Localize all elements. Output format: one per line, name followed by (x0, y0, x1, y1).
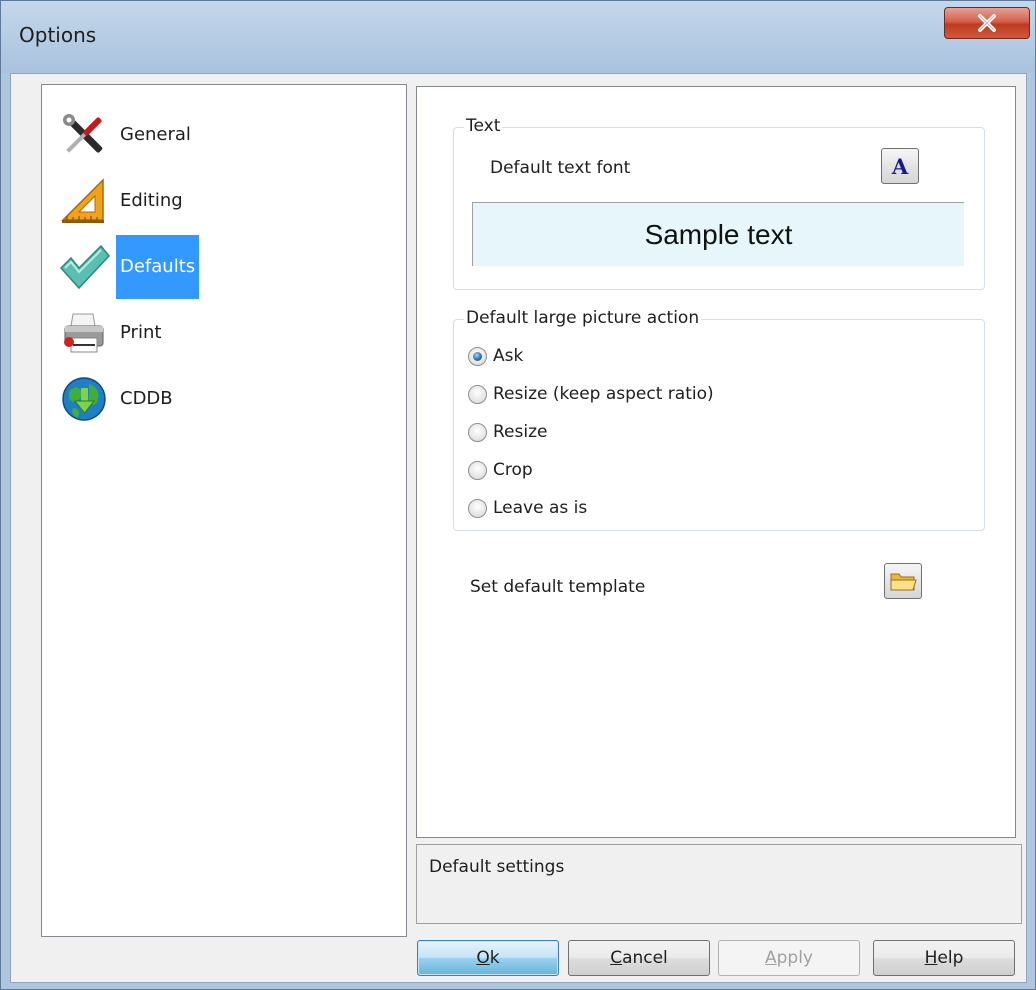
sample-text-preview: Sample text (472, 202, 964, 266)
description-text: Default settings (429, 857, 565, 877)
ok-button[interactable]: Ok (417, 940, 559, 976)
svg-text:A: A (891, 154, 909, 178)
radio-label: Leave as is (493, 498, 588, 518)
picture-action-legend: Default large picture action (464, 308, 702, 328)
category-label: General (120, 124, 191, 145)
apply-button: Apply (718, 940, 860, 976)
cancel-button[interactable]: Cancel (568, 940, 710, 976)
radio-resize-keep-aspect[interactable]: Resize (keep aspect ratio) (468, 380, 714, 408)
tools-icon (52, 103, 116, 167)
font-select-button[interactable]: A (881, 148, 919, 184)
title-bar[interactable]: Options (1, 1, 1035, 73)
category-cddb[interactable]: CDDB (52, 367, 382, 431)
checkmark-icon (52, 235, 116, 299)
category-editing[interactable]: Editing (52, 169, 382, 233)
radio-leave-as-is[interactable]: Leave as is (468, 494, 587, 522)
category-label: CDDB (120, 388, 173, 409)
category-print[interactable]: Print (52, 301, 382, 365)
default-font-label: Default text font (490, 158, 631, 178)
globe-download-icon (52, 367, 116, 431)
radio-label: Ask (493, 346, 524, 366)
help-button-label: Help (924, 948, 964, 968)
radio-button[interactable] (468, 346, 487, 366)
close-icon (978, 14, 996, 32)
radio-button[interactable] (468, 422, 487, 442)
apply-button-label: Apply (764, 948, 813, 968)
options-dialog: Options General Editing Defaults Print C… (0, 0, 1036, 990)
text-group-legend: Text (464, 116, 503, 136)
default-template-label: Set default template (470, 577, 646, 597)
printer-icon (52, 301, 116, 365)
radio-ask[interactable]: Ask (468, 342, 523, 370)
category-label: Editing (120, 190, 183, 211)
browse-template-button[interactable] (884, 563, 922, 599)
radio-button[interactable] (468, 498, 487, 518)
category-defaults[interactable]: Defaults (52, 235, 382, 299)
folder-icon (890, 573, 917, 591)
ruler-triangle-icon (52, 169, 116, 233)
close-button[interactable] (944, 7, 1030, 39)
category-list[interactable]: General Editing Defaults Print CDDB (41, 84, 407, 937)
radio-crop[interactable]: Crop (468, 456, 533, 484)
radio-button[interactable] (468, 460, 487, 480)
radio-label: Resize (493, 422, 548, 442)
category-label: Defaults (116, 235, 200, 299)
category-label: Print (120, 322, 162, 343)
radio-resize[interactable]: Resize (468, 418, 547, 446)
radio-label: Resize (keep aspect ratio) (493, 384, 714, 404)
cancel-button-label: Cancel (610, 948, 668, 968)
ok-button-label: Ok (476, 948, 500, 968)
settings-panel: Text Default text font A Sample text Def… (416, 86, 1016, 838)
description-box: Default settings (416, 844, 1022, 924)
window-title: Options (19, 23, 97, 47)
dialog-body: General Editing Defaults Print CDDB Text… (10, 73, 1027, 983)
font-icon: A (891, 154, 909, 178)
help-button[interactable]: Help (873, 940, 1015, 976)
text-group: Text Default text font A Sample text (453, 116, 985, 290)
radio-label: Crop (493, 460, 533, 480)
picture-action-group: Default large picture action Ask Resize … (453, 308, 985, 531)
category-general[interactable]: General (52, 103, 382, 167)
radio-button[interactable] (468, 384, 487, 404)
